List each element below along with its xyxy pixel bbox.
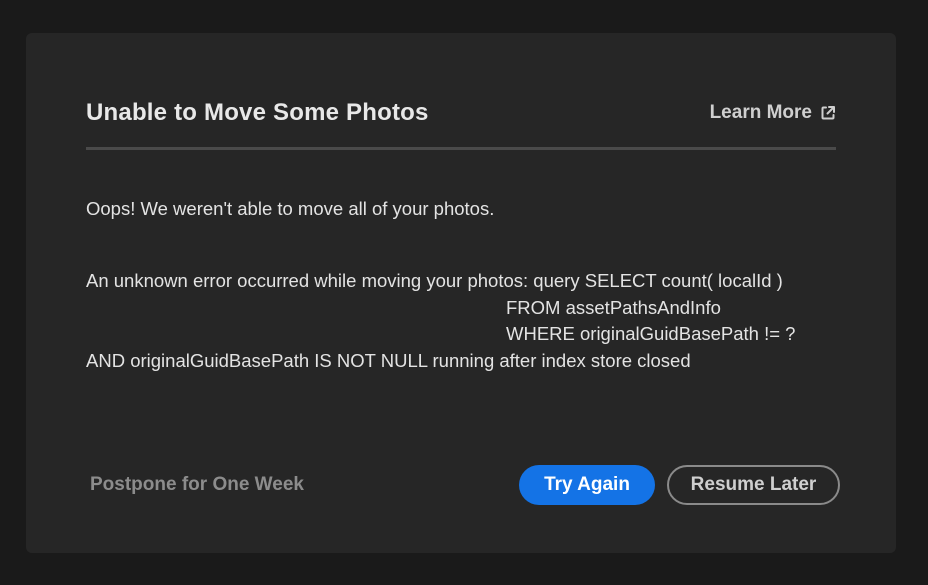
error-line: An unknown error occurred while moving y… bbox=[86, 270, 783, 291]
dialog-footer: Postpone for One Week Try Again Resume L… bbox=[90, 465, 840, 505]
error-details: An unknown error occurred while moving y… bbox=[86, 268, 836, 374]
learn-more-label: Learn More bbox=[709, 102, 812, 123]
error-line: AND originalGuidBasePath IS NOT NULL run… bbox=[86, 349, 691, 371]
move-photos-error-dialog: Unable to Move Some Photos Learn More Oo… bbox=[26, 33, 896, 553]
try-again-button[interactable]: Try Again bbox=[519, 465, 655, 505]
postpone-button[interactable]: Postpone for One Week bbox=[90, 474, 304, 496]
dialog-title: Unable to Move Some Photos bbox=[86, 99, 429, 126]
external-link-icon bbox=[820, 105, 836, 121]
learn-more-link[interactable]: Learn More bbox=[710, 102, 836, 124]
resume-later-button[interactable]: Resume Later bbox=[667, 465, 840, 505]
primary-message: Oops! We weren't able to move all of you… bbox=[86, 198, 495, 219]
dialog-header: Unable to Move Some Photos Learn More bbox=[86, 93, 836, 133]
header-divider bbox=[86, 147, 836, 150]
error-line: WHERE originalGuidBasePath != ? bbox=[506, 323, 796, 344]
error-line: FROM assetPathsAndInfo bbox=[506, 296, 721, 318]
